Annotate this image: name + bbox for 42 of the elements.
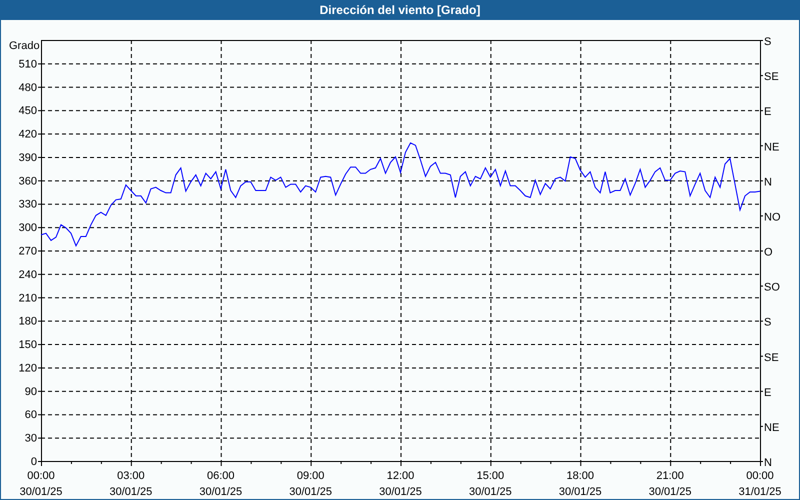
- y-tick-label: 90: [24, 386, 37, 398]
- y-tick-label: 30: [24, 432, 37, 445]
- y-tick-label: 450: [18, 105, 37, 118]
- x-tick-label: 18:00 30/01/25: [558, 470, 602, 498]
- compass-label: SE: [764, 352, 779, 364]
- compass-label: O: [764, 246, 773, 258]
- compass-label: N: [764, 457, 772, 469]
- y-tick-label: 390: [18, 152, 37, 164]
- x-tick-label: 03:00 30/01/25: [109, 470, 152, 498]
- y-tick-label: 300: [18, 222, 37, 234]
- y-tick-label: 510: [18, 58, 37, 70]
- y-tick-label: 270: [18, 246, 37, 258]
- y-tick-label: 180: [18, 316, 37, 328]
- compass-label: E: [764, 386, 772, 399]
- compass-label: SE: [764, 71, 779, 84]
- x-tick-label: 00:00 30/01/25: [20, 470, 62, 498]
- y-tick-label: 210: [18, 292, 37, 304]
- y-tick-label: 360: [18, 175, 37, 188]
- x-tick-label: 09:00 30/01/25: [289, 470, 332, 498]
- y-axis-label: Grado: [9, 40, 40, 52]
- compass-label: S: [764, 36, 772, 48]
- y-tick-label: 330: [18, 198, 37, 211]
- y-tick-label: 150: [18, 339, 37, 352]
- compass-label: S: [764, 316, 772, 329]
- y-tick-label: 480: [18, 82, 37, 94]
- x-tick-label: 12:00 30/01/25: [379, 470, 422, 498]
- x-tick-label: 15:00 30/01/25: [468, 470, 512, 498]
- x-tick-label: 06:00 30/01/25: [199, 470, 242, 498]
- y-tick-label: 420: [18, 128, 37, 141]
- compass-label: N: [764, 176, 772, 188]
- compass-label: E: [764, 106, 772, 118]
- y-tick-label: 120: [18, 362, 37, 374]
- y-tick-label: 60: [24, 409, 37, 422]
- x-tick-label: 21:00 30/01/25: [648, 470, 692, 498]
- compass-label: NE: [764, 141, 780, 154]
- compass-label: SO: [764, 282, 780, 294]
- x-tick-label: 00:00 31/01/25: [738, 470, 782, 498]
- compass-label: NO: [764, 211, 780, 224]
- window-title: Dirección del viento [Grado]: [320, 2, 480, 19]
- compass-label: NE: [764, 422, 780, 434]
- y-tick-label: 0: [30, 456, 37, 468]
- y-tick-label: 240: [18, 268, 37, 281]
